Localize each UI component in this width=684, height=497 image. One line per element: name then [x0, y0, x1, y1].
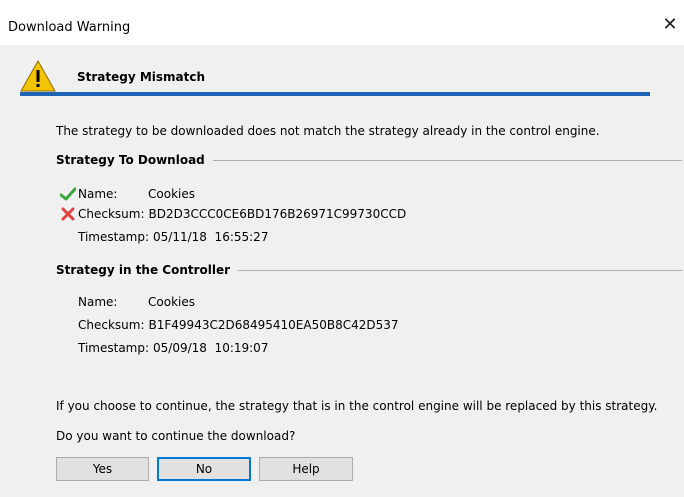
close-icon[interactable]: ✕: [656, 8, 684, 40]
controller-timestamp-label: Timestamp:: [78, 341, 150, 355]
header-title: Strategy Mismatch: [77, 70, 206, 84]
download-checksum-label: Checksum:: [78, 207, 145, 221]
controller-name-row: Name: Cookies: [58, 293, 195, 311]
controller-checksum-value: B1F49943C2D68495410EA50B8C42D537: [148, 318, 399, 332]
section-download: Strategy To Download: [56, 152, 682, 168]
section-controller: Strategy in the Controller: [56, 262, 682, 278]
section-divider: [238, 269, 682, 271]
controller-name-value: Cookies: [148, 295, 195, 309]
section-download-heading: Strategy To Download: [56, 153, 205, 167]
download-timestamp-row: Timestamp: 05/11/18 16:55:27: [58, 228, 268, 246]
download-timestamp-value: 05/11/18 16:55:27: [153, 230, 269, 244]
title-bar: Download Warning ✕: [0, 0, 684, 45]
download-warning-dialog: Download Warning ✕ Strategy Mismatch The…: [0, 0, 684, 497]
section-controller-heading: Strategy in the Controller: [56, 263, 231, 277]
no-button[interactable]: No: [157, 457, 251, 481]
warning-icon: [20, 60, 56, 92]
download-timestamp-label: Timestamp:: [78, 230, 150, 244]
controller-checksum-row: Checksum: B1F49943C2D68495410EA50B8C42D5…: [58, 316, 399, 334]
controller-timestamp-value: 05/09/18 10:19:07: [153, 341, 269, 355]
window-title: Download Warning: [8, 20, 131, 35]
replace-note: If you choose to continue, the strategy …: [56, 399, 658, 413]
check-icon: [58, 186, 78, 202]
controller-timestamp-row: Timestamp: 05/09/18 10:19:07: [58, 339, 268, 357]
controller-checksum-label: Checksum:: [78, 318, 145, 332]
help-button[interactable]: Help: [259, 457, 353, 481]
download-name-row: Name: Cookies: [58, 185, 195, 203]
header-band: Strategy Mismatch: [20, 60, 650, 97]
continue-question: Do you want to continue the download?: [56, 429, 296, 443]
download-checksum-row: Checksum: BD2D3CCC0CE6BD176B26971C99730C…: [58, 205, 406, 223]
mismatch-message: The strategy to be downloaded does not m…: [56, 124, 600, 138]
controller-name-label: Name:: [78, 295, 118, 309]
cross-icon: [58, 206, 78, 222]
yes-button[interactable]: Yes: [56, 457, 149, 481]
header-rule: [20, 92, 650, 96]
download-checksum-value: BD2D3CCC0CE6BD176B26971C99730CCD: [148, 207, 407, 221]
download-name-label: Name:: [78, 187, 118, 201]
section-divider: [212, 159, 682, 161]
download-name-value: Cookies: [148, 187, 195, 201]
